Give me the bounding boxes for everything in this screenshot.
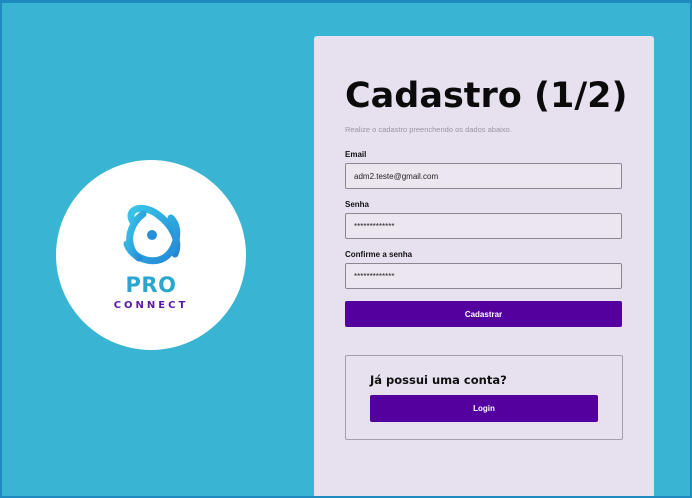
password-field[interactable]: ************* <box>345 213 622 239</box>
password-value: ************* <box>354 221 395 231</box>
confirm-password-field[interactable]: ************* <box>345 263 622 289</box>
login-button[interactable]: Login <box>370 395 598 422</box>
brand-logo: PRO CONNECT <box>56 160 246 350</box>
password-label: Senha <box>345 200 370 209</box>
register-button[interactable]: Cadastrar <box>345 301 622 327</box>
login-question: Já possui uma conta? <box>370 373 507 387</box>
signup-panel: Cadastro (1/2) Realize o cadastro preenc… <box>314 36 654 498</box>
brand-name-pro: PRO <box>125 273 177 297</box>
page-subtitle: Realize o cadastro preenchendo os dados … <box>345 125 512 134</box>
page-title: Cadastro (1/2) <box>345 76 628 116</box>
email-field[interactable]: adm2.teste@gmail.com <box>345 163 622 189</box>
confirm-password-value: ************* <box>354 271 395 281</box>
brand-name-connect: CONNECT <box>113 300 189 311</box>
confirm-password-label: Confirme a senha <box>345 250 413 259</box>
pro-connect-logo-icon <box>123 204 181 265</box>
login-card: Já possui uma conta? Login <box>345 355 623 440</box>
email-label: Email <box>345 150 367 159</box>
email-value: adm2.teste@gmail.com <box>354 171 439 181</box>
